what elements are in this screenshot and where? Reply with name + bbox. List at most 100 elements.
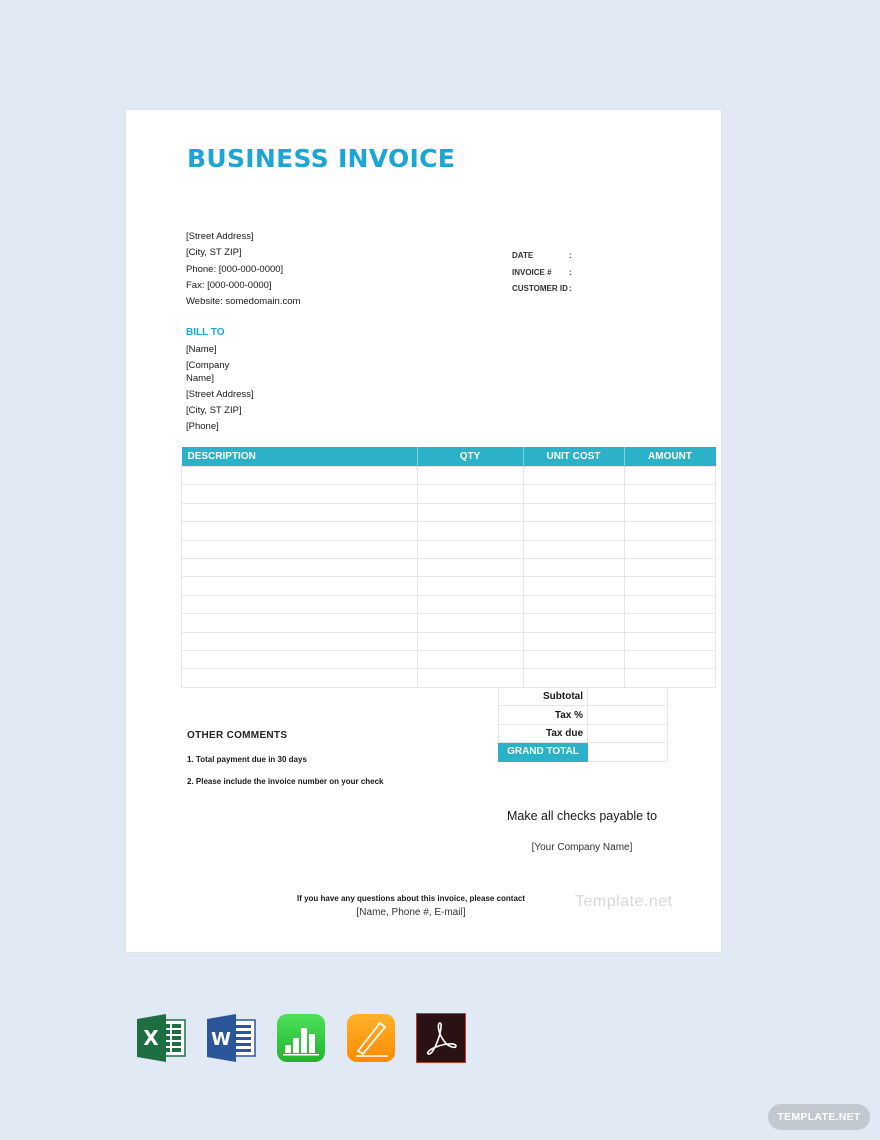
bill-to-name: [Name] [186, 344, 217, 355]
format-icons: X W [136, 1013, 466, 1063]
subtotal-value [587, 686, 668, 707]
qty-cell[interactable] [416, 539, 524, 559]
bill-to-block: [Name] [Company Name] [Street Address] [… [186, 343, 254, 436]
table-row [181, 539, 716, 559]
qty-cell[interactable] [416, 484, 524, 504]
description-cell[interactable] [181, 484, 418, 504]
table-row [181, 649, 716, 670]
qty-cell[interactable] [416, 576, 524, 596]
qty-cell[interactable] [416, 521, 524, 541]
comment-item: 1. Total payment due in 30 days [187, 755, 307, 764]
sender-fax: Fax: [000-000-0000] [186, 279, 272, 291]
unit-cost-cell[interactable] [522, 613, 625, 633]
description-cell[interactable] [181, 557, 418, 578]
amount-cell[interactable] [623, 613, 716, 633]
other-comments-heading: OTHER COMMENTS [187, 730, 288, 741]
qty-cell[interactable] [416, 557, 524, 578]
meta-invoice-label: INVOICE # [512, 267, 552, 277]
pages-icon[interactable] [346, 1013, 396, 1063]
qty-cell[interactable] [416, 649, 524, 670]
description-cell[interactable] [181, 668, 418, 688]
tax-percent-row: Tax % [498, 705, 668, 725]
table-header-row: DESCRIPTION QTY UNIT COST AMOUNT [181, 447, 716, 467]
comment-item: 2. Please include the invoice number on … [187, 777, 384, 786]
meta-date-row: DATE : [512, 248, 572, 265]
description-cell[interactable] [181, 539, 418, 559]
qty-cell[interactable] [416, 613, 524, 633]
description-cell[interactable] [181, 631, 418, 651]
amount-cell[interactable] [623, 594, 716, 615]
meta-invoice-row: INVOICE # : [512, 265, 572, 282]
numbers-icon[interactable] [276, 1013, 326, 1063]
unit-cost-cell[interactable] [522, 631, 625, 651]
svg-text:X: X [143, 1026, 159, 1050]
qty-cell[interactable] [416, 594, 524, 615]
table-row [181, 557, 716, 578]
subtotal-row: Subtotal [498, 686, 668, 707]
tax-percent-value [587, 705, 668, 725]
unit-cost-cell[interactable] [522, 576, 625, 596]
amount-cell[interactable] [623, 576, 716, 596]
amount-cell[interactable] [623, 631, 716, 651]
amount-cell[interactable] [623, 521, 716, 541]
description-cell[interactable] [181, 576, 418, 596]
qty-cell[interactable] [416, 668, 524, 688]
line-items-table: DESCRIPTION QTY UNIT COST AMOUNT [181, 447, 716, 688]
checks-payable-text: Make all checks payable to [506, 809, 658, 823]
word-icon[interactable]: W [206, 1013, 256, 1063]
amount-cell[interactable] [623, 668, 716, 688]
unit-cost-cell[interactable] [522, 539, 625, 559]
invoice-title: BUSINESS INVOICE [187, 144, 456, 173]
sender-website: Website: somedomain.com [186, 296, 301, 308]
grand-total-row: GRAND TOTAL [498, 742, 668, 762]
bill-to-city: [City, ST ZIP] [186, 405, 242, 416]
sender-phone: Phone: [000-000-0000] [186, 263, 284, 275]
description-cell[interactable] [181, 649, 418, 670]
table-row [181, 594, 716, 615]
table-row [181, 521, 716, 541]
unit-cost-cell[interactable] [522, 465, 625, 486]
table-row [181, 484, 716, 504]
meta-separator: : [569, 251, 572, 260]
table-row [181, 668, 716, 688]
amount-cell[interactable] [623, 465, 716, 486]
table-row [181, 465, 716, 486]
template-net-badge[interactable]: TEMPLATE.NET [768, 1104, 870, 1130]
bill-to-heading: BILL TO [186, 327, 225, 338]
amount-cell[interactable] [623, 649, 716, 670]
qty-cell[interactable] [416, 465, 524, 486]
amount-cell[interactable] [623, 484, 716, 504]
table-row [181, 502, 716, 523]
table-row [181, 631, 716, 651]
meta-date-label: DATE [512, 251, 534, 260]
unit-cost-cell[interactable] [522, 502, 625, 523]
qty-cell[interactable] [416, 502, 524, 523]
unit-cost-cell[interactable] [522, 521, 625, 541]
unit-cost-cell[interactable] [522, 484, 625, 504]
unit-cost-cell[interactable] [522, 594, 625, 615]
sender-address-block: [Street Address] [City, ST ZIP] Phone: [… [186, 229, 300, 310]
acrobat-icon[interactable] [416, 1013, 466, 1063]
description-cell[interactable] [181, 613, 418, 633]
column-header-description: DESCRIPTION [181, 447, 418, 467]
description-cell[interactable] [181, 465, 418, 486]
amount-cell[interactable] [623, 557, 716, 578]
description-cell[interactable] [181, 521, 418, 541]
meta-separator: : [569, 284, 572, 293]
amount-cell[interactable] [623, 539, 716, 559]
contact-details-text: [Name, Phone #, E-mail] [356, 907, 466, 918]
tax-due-value [587, 723, 668, 744]
unit-cost-cell[interactable] [522, 557, 625, 578]
description-cell[interactable] [181, 594, 418, 615]
description-cell[interactable] [181, 502, 418, 523]
unit-cost-cell[interactable] [522, 668, 625, 688]
excel-icon[interactable]: X [136, 1013, 186, 1063]
meta-customer-label: CUSTOMER ID [512, 284, 568, 293]
tax-due-row: Tax due [498, 723, 668, 744]
amount-cell[interactable] [623, 502, 716, 523]
unit-cost-cell[interactable] [522, 649, 625, 670]
sender-street: [Street Address] [186, 231, 254, 242]
column-header-qty: QTY [417, 447, 524, 467]
grand-total-label: GRAND TOTAL [498, 742, 588, 762]
qty-cell[interactable] [416, 631, 524, 651]
